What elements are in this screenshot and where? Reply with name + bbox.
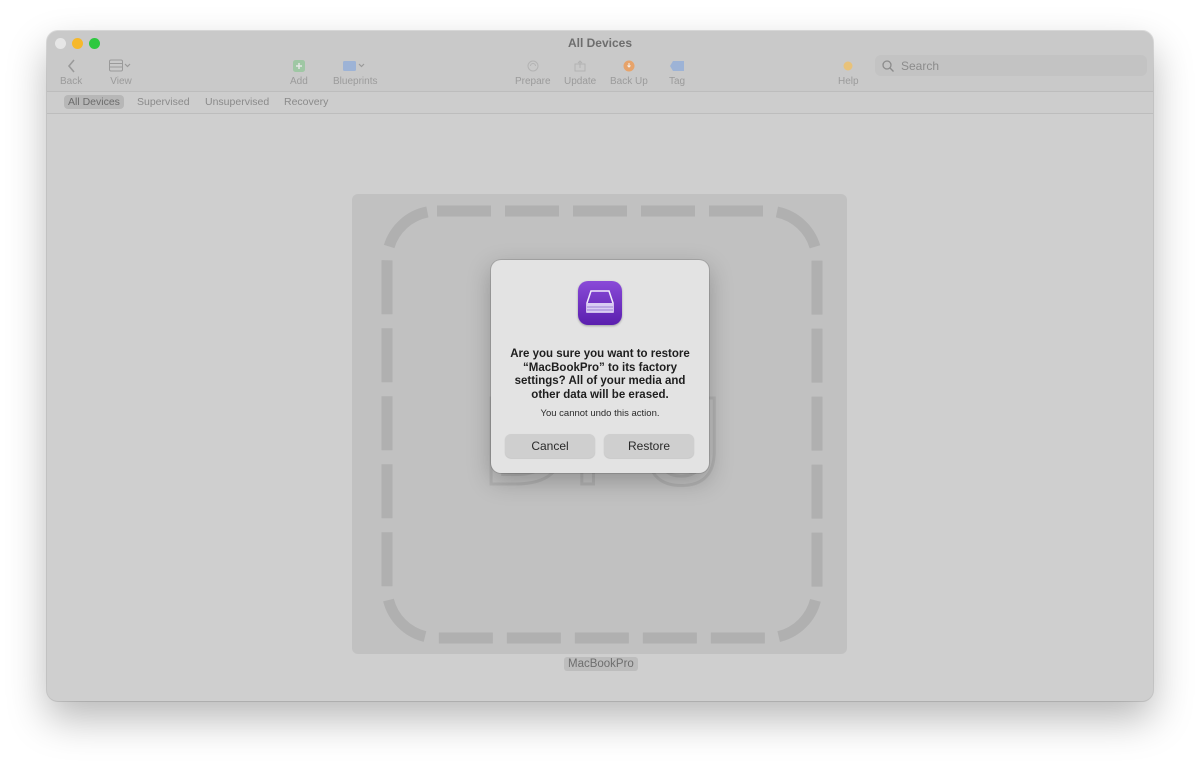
dialog-message: You cannot undo this action.: [540, 408, 660, 419]
tag-icon: [670, 58, 685, 74]
cancel-button[interactable]: Cancel: [505, 434, 595, 458]
backup-label: Back Up: [610, 76, 648, 87]
update-icon: [574, 58, 586, 74]
backup-button[interactable]: Back Up: [610, 58, 648, 87]
device-name-label[interactable]: MacBookPro: [564, 657, 638, 671]
backup-icon: [623, 58, 635, 74]
tag-button[interactable]: Tag: [669, 58, 685, 87]
blueprints-label: Blueprints: [333, 76, 378, 87]
chevron-left-icon: [67, 58, 76, 74]
titlebar: All Devices Back View Add Blueprints Pre…: [47, 31, 1153, 92]
blueprints-icon: [343, 58, 367, 74]
back-label: Back: [60, 76, 83, 87]
window-title: All Devices: [567, 36, 633, 50]
restore-confirmation-dialog: Are you sure you want to restore “MacBoo…: [491, 260, 709, 473]
add-label: Add: [290, 76, 308, 87]
search-field[interactable]: [875, 55, 1147, 76]
add-icon: [292, 58, 305, 74]
view-label: View: [110, 76, 132, 87]
apple-configurator-icon: [578, 281, 622, 325]
back-button[interactable]: Back: [60, 58, 82, 87]
help-icon: [843, 58, 853, 74]
add-button[interactable]: Add: [290, 58, 308, 87]
filter-supervised[interactable]: Supervised: [133, 95, 194, 109]
filter-recovery[interactable]: Recovery: [280, 95, 332, 109]
view-options-icon: [109, 58, 133, 74]
main-window: All Devices Back View Add Blueprints Pre…: [47, 31, 1153, 701]
search-input[interactable]: [899, 57, 1143, 74]
filter-unsupervised[interactable]: Unsupervised: [201, 95, 273, 109]
restore-button[interactable]: Restore: [604, 434, 694, 458]
search-icon: [882, 59, 894, 72]
help-button[interactable]: Help: [838, 58, 859, 87]
prepare-label: Prepare: [515, 76, 551, 87]
filter-bar: All Devices Supervised Unsupervised Reco…: [47, 92, 1153, 114]
dialog-title: Are you sure you want to restore “MacBoo…: [510, 348, 690, 401]
prepare-button[interactable]: Prepare: [515, 58, 551, 87]
prepare-icon: [527, 58, 539, 74]
blueprints-button[interactable]: Blueprints: [333, 58, 377, 87]
tag-label: Tag: [669, 76, 686, 87]
update-label: Update: [564, 76, 597, 87]
help-label: Help: [838, 76, 859, 87]
filter-all-devices[interactable]: All Devices: [64, 95, 124, 109]
view-button[interactable]: View: [109, 58, 133, 87]
update-button[interactable]: Update: [564, 58, 596, 87]
